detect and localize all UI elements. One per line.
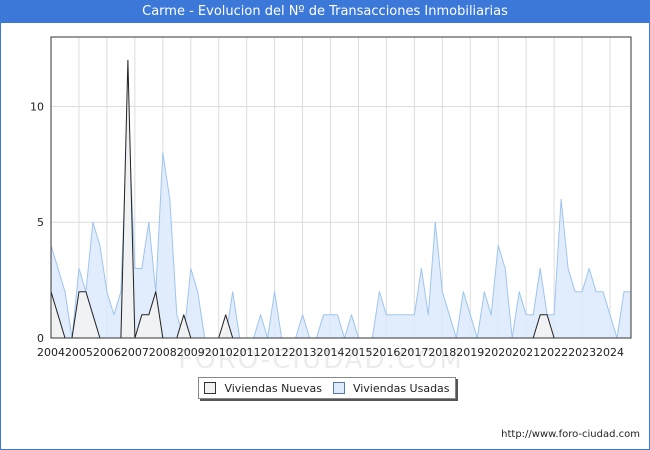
x-tick-label: 2016 [372,346,400,359]
chart-legend: Viviendas Nuevas Viviendas Usadas [198,377,456,399]
x-tick-label: 2005 [65,346,93,359]
x-tick-label: 2012 [261,346,289,359]
footer-url[interactable]: http://www.foro-ciudad.com [501,429,640,440]
legend-item-nuevas: Viviendas Nuevas [204,382,322,395]
x-tick-label: 2014 [317,346,345,359]
chart-frame: Carme - Evolucion del Nº de Transaccione… [0,0,650,450]
legend-swatch-nuevas [204,382,217,394]
x-tick-label: 2011 [233,346,261,359]
x-tick-label: 2006 [93,346,121,359]
y-tick-label: 10 [30,100,44,113]
x-tick-label: 2009 [177,346,205,359]
y-tick-label: 5 [37,216,44,229]
x-tick-label: 2020 [484,346,512,359]
x-tick-label: 2007 [121,346,149,359]
x-tick-label: 2023 [568,346,596,359]
x-tick-label: 2019 [456,346,484,359]
x-tick-label: 2024 [596,346,624,359]
chart-plot: FORO-CIUDAD.COM 05102004 2005 2006 2007 2008… [30,36,632,373]
x-tick-label: 2008 [149,346,177,359]
x-tick-label: 2010 [205,346,233,359]
x-tick-label: 2015 [344,346,372,359]
x-tick-label: 2022 [540,346,568,359]
x-tick-label: 2018 [428,346,456,359]
chart-title: Carme - Evolucion del Nº de Transaccione… [1,1,649,23]
x-tick-label: 2017 [400,346,428,359]
legend-label-nuevas: Viviendas Nuevas [224,381,323,395]
legend-item-usadas: Viviendas Usadas [332,381,450,395]
legend-swatch-usadas [332,382,345,394]
legend-label-usadas: Viviendas Usadas [352,381,450,395]
x-tick-label: 2021 [512,346,540,359]
x-tick-label: 2013 [289,346,317,359]
y-tick-label: 0 [37,332,44,345]
x-tick-label: 2004 [37,346,65,359]
